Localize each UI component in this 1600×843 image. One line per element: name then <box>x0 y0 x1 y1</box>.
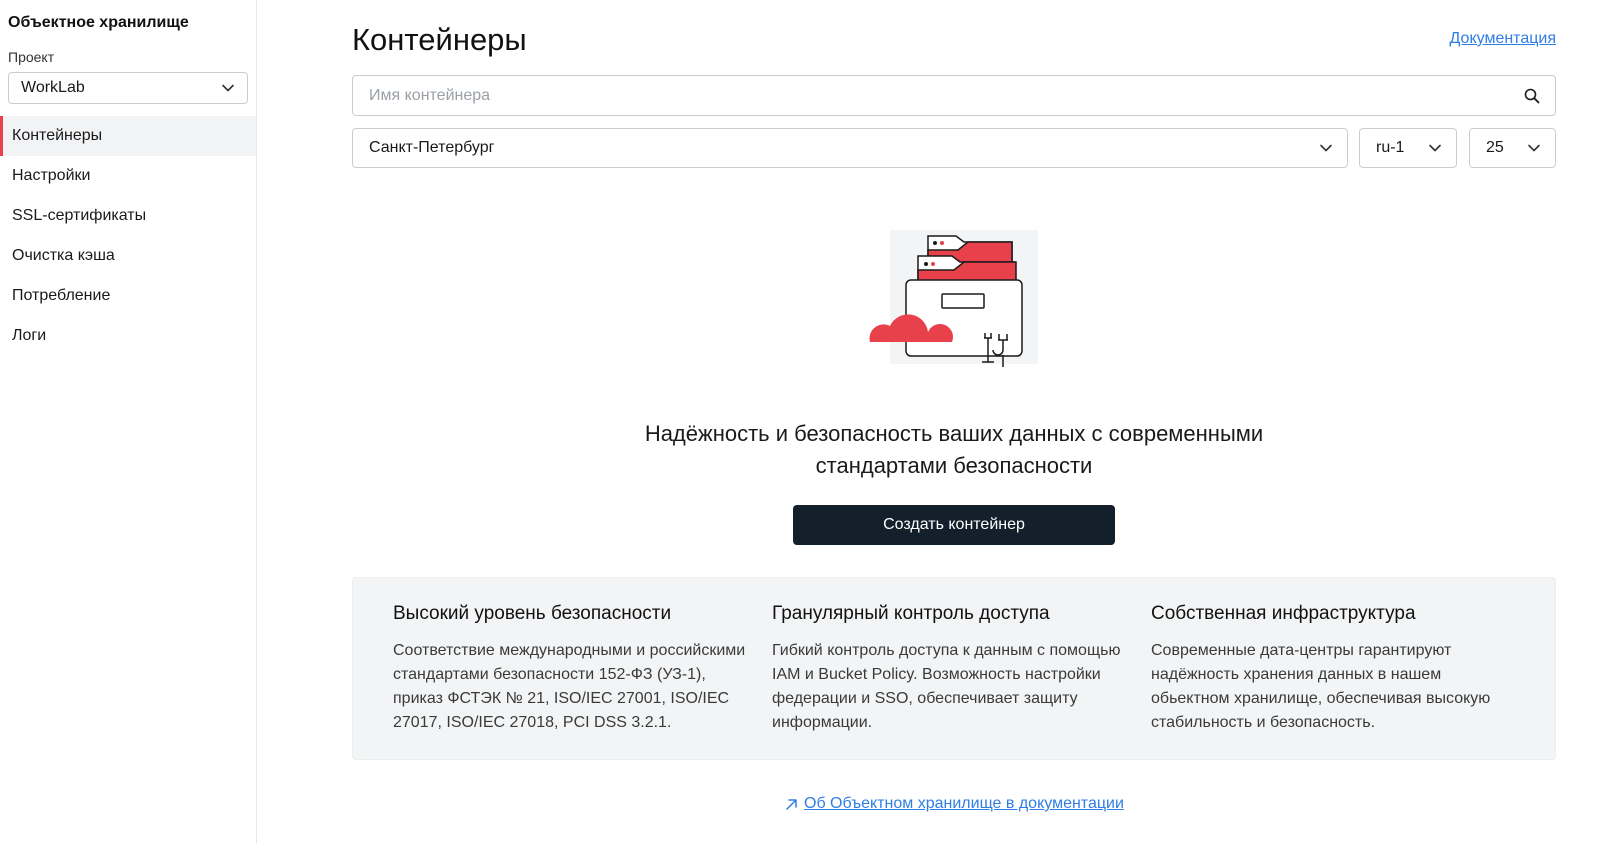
sidebar: Объектное хранилище Проект WorkLab Конте… <box>0 0 257 843</box>
chevron-down-icon <box>1429 144 1441 152</box>
region-select[interactable]: Санкт-Петербург <box>352 128 1348 168</box>
feature-card-security: Высокий уровень безопасности Соответстви… <box>393 603 753 735</box>
empty-state-line-2: стандартами безопасности <box>815 453 1093 478</box>
page-size-select-value: 25 <box>1486 139 1504 156</box>
feature-card-access-control: Гранулярный контроль доступа Гибкий конт… <box>772 603 1132 735</box>
chevron-down-icon <box>1528 144 1540 152</box>
sidebar-item-label: Контейнеры <box>12 127 103 144</box>
external-arrow-icon <box>786 798 797 810</box>
project-select-value: WorkLab <box>21 79 85 96</box>
sidebar-item-settings[interactable]: Настройки <box>0 156 256 196</box>
page-title: Контейнеры <box>352 22 527 57</box>
feature-text: Соответствие международными и российским… <box>393 642 746 731</box>
empty-state-line-1: Надёжность и безопасность ваших данных с… <box>644 421 1264 446</box>
feature-title: Собственная инфраструктура <box>1151 603 1416 624</box>
page-size-select[interactable]: 25 <box>1469 128 1556 168</box>
storage-docs-link-label: Об Объектном хранилище в документации <box>804 795 1124 812</box>
sidebar-nav: Контейнеры Настройки SSL-сертификаты Очи… <box>0 116 256 356</box>
feature-title: Гранулярный контроль доступа <box>772 603 1050 624</box>
storage-illustration-icon <box>869 230 1038 367</box>
feature-text: Гибкий контроль доступа к данным с помощ… <box>772 642 1121 731</box>
sidebar-item-ssl[interactable]: SSL-сертификаты <box>0 196 256 236</box>
documentation-link[interactable]: Документация <box>1450 30 1556 48</box>
search-icon[interactable] <box>1523 87 1541 105</box>
sidebar-item-cache-purge[interactable]: Очистка кэша <box>0 236 256 276</box>
create-container-button[interactable]: Создать контейнер <box>793 505 1115 545</box>
zone-select[interactable]: ru-1 <box>1359 128 1457 168</box>
project-label: Проект <box>8 49 55 65</box>
sidebar-item-logs[interactable]: Логи <box>0 316 256 356</box>
region-select-value: Санкт-Петербург <box>369 139 495 156</box>
features-panel: Высокий уровень безопасности Соответстви… <box>352 577 1556 760</box>
sidebar-item-label: Потребление <box>12 287 111 304</box>
feature-text: Современные дата-центры гарантируют надё… <box>1151 642 1491 731</box>
empty-state-message: Надёжность и безопасность ваших данных с… <box>560 418 1348 482</box>
chevron-down-icon <box>222 84 234 92</box>
storage-docs-link[interactable]: Об Объектном хранилище в документации <box>785 795 1124 813</box>
search-input[interactable] <box>369 86 1523 105</box>
sidebar-item-label: Настройки <box>12 167 91 184</box>
feature-card-infrastructure: Собственная инфраструктура Современные д… <box>1151 603 1511 735</box>
sidebar-item-label: SSL-сертификаты <box>12 207 147 224</box>
sidebar-item-usage[interactable]: Потребление <box>0 276 256 316</box>
project-select[interactable]: WorkLab <box>8 72 248 104</box>
chevron-down-icon <box>1320 144 1332 152</box>
zone-select-value: ru-1 <box>1376 139 1405 156</box>
sidebar-item-label: Очистка кэша <box>12 247 115 264</box>
feature-title: Высокий уровень безопасности <box>393 603 672 624</box>
sidebar-item-containers[interactable]: Контейнеры <box>0 116 256 156</box>
sidebar-title: Объектное хранилище <box>8 14 189 31</box>
sidebar-item-label: Логи <box>12 327 47 344</box>
search-box <box>352 75 1556 116</box>
